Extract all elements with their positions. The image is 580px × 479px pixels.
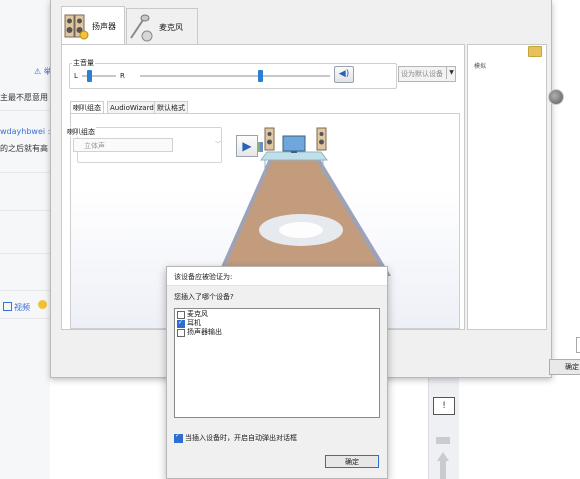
speaker-config-select[interactable]: 立体声	[73, 138, 173, 152]
auto-popup-checkbox-row[interactable]: 当插入设备时，开启自动弹出对话框	[174, 432, 297, 443]
dialog-title: 该设备应被验证为:	[174, 273, 233, 281]
bg-user-link[interactable]: wdayhbwei :	[0, 127, 50, 136]
device-option-label: 扬声器输出	[187, 328, 222, 336]
video-icon	[3, 302, 12, 311]
microphone-icon	[130, 14, 153, 42]
scroll-up-icon[interactable]	[437, 452, 449, 461]
balance-right-label: R	[120, 72, 125, 80]
info-icon[interactable]: i	[576, 337, 580, 353]
tab-microphone[interactable]: 麦克风	[126, 8, 198, 45]
auto-popup-label: 当插入设备时，开启自动弹出对话框	[185, 434, 297, 442]
feedback-icon[interactable]: !	[433, 397, 455, 415]
master-volume-title: 主音量	[72, 58, 95, 68]
toolbar-bar-icon[interactable]	[436, 437, 450, 444]
dialog-titlebar: 该设备应被验证为:	[167, 267, 387, 286]
chevron-down-icon[interactable]: ▼	[446, 67, 456, 79]
bg-text-line1: 主最不愿意用	[0, 93, 48, 102]
device-option-speaker-out[interactable]: 扬声器输出	[177, 328, 222, 337]
select-chevron-icon[interactable]: ﹀	[215, 138, 223, 152]
device-option-headphones[interactable]: 耳机	[177, 318, 201, 328]
scroll-shaft	[440, 461, 446, 479]
bg-video-label: 视频	[14, 303, 30, 312]
speaker-icon	[64, 14, 89, 40]
volume-slider-track[interactable]	[140, 75, 330, 77]
bg-video-button[interactable]: 视频	[3, 302, 30, 313]
ok-button[interactable]: 确定	[549, 359, 580, 375]
auto-popup-checkbox[interactable]	[174, 432, 183, 443]
dialog-ok-button[interactable]: 确定	[325, 455, 379, 468]
folder-icon[interactable]	[528, 46, 542, 57]
tab-speaker-label: 扬声器	[92, 21, 116, 31]
analog-jack-icon[interactable]	[548, 89, 564, 105]
dialog-question: 您插入了哪个设备?	[174, 293, 234, 301]
device-type-dialog: 该设备应被验证为: 您插入了哪个设备? 麦克风 耳机 扬声器输出 当插入设备时，…	[166, 266, 388, 479]
tab-microphone-label: 麦克风	[159, 22, 183, 32]
emoji-icon[interactable]	[38, 300, 47, 309]
tab-speaker[interactable]: 扬声器	[61, 6, 125, 45]
speaker-config-title: 喇叭组态	[66, 127, 96, 137]
checkbox-checked[interactable]	[177, 318, 185, 328]
device-option-label: 耳机	[187, 319, 201, 327]
balance-slider-thumb[interactable]	[87, 70, 93, 82]
device-list: 麦克风 耳机 扬声器输出	[174, 308, 380, 418]
connector-panel	[467, 44, 547, 330]
play-test-button[interactable]: ▶	[236, 135, 258, 157]
analog-label: 模拟	[474, 63, 487, 70]
bg-text-line3: 的之后就有高	[0, 144, 48, 153]
balance-left-label: L	[74, 72, 78, 80]
device-option-label: 麦克风	[187, 310, 208, 318]
volume-slider-thumb[interactable]	[257, 70, 263, 82]
checkbox[interactable]	[177, 328, 185, 337]
mute-toggle-button[interactable]: ◀)	[334, 66, 354, 83]
